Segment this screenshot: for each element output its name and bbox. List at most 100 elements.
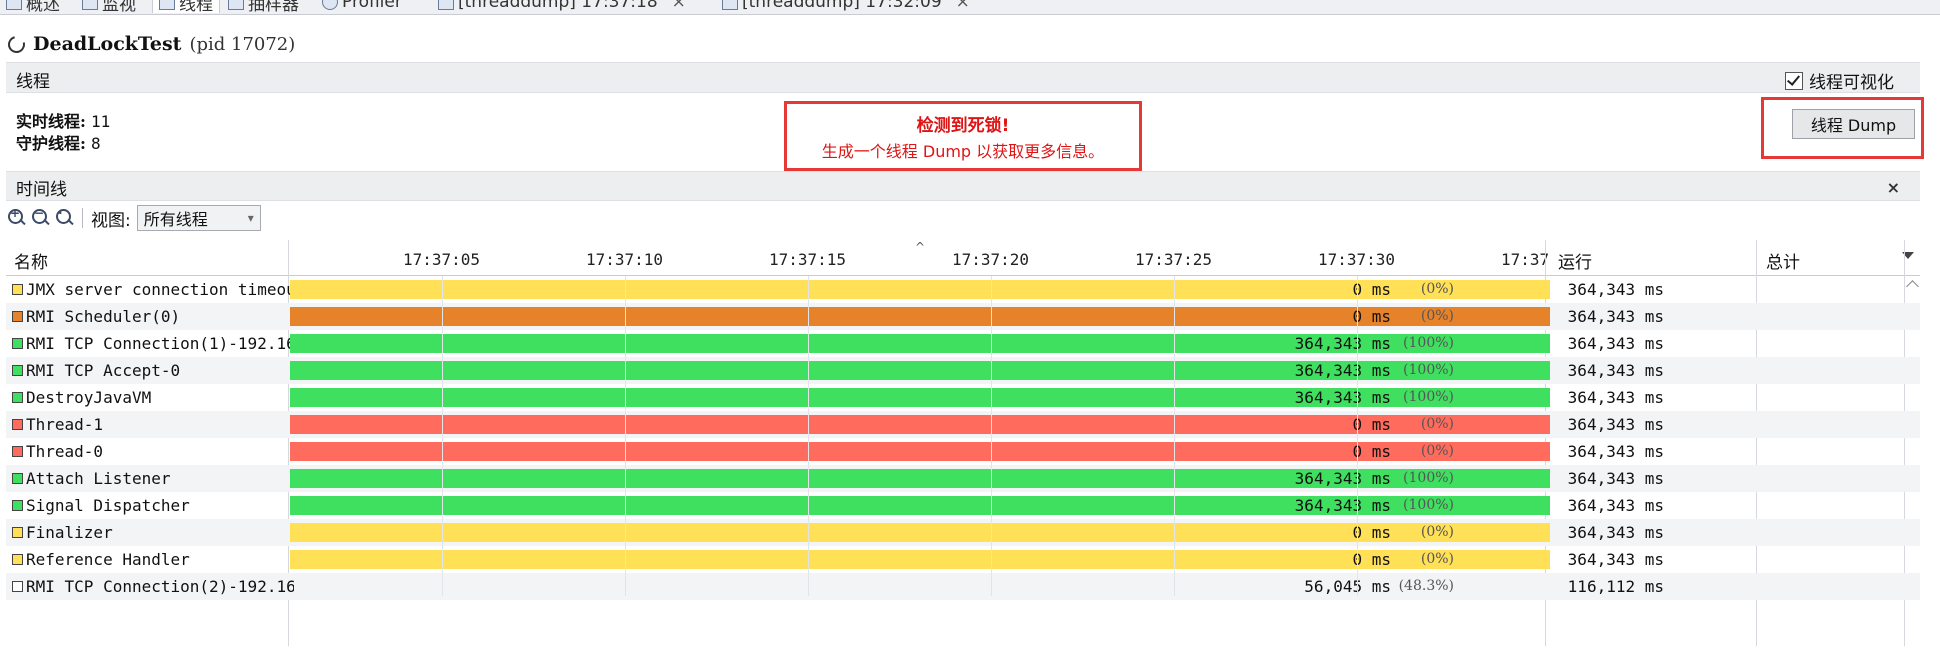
deadlock-alert-title: 检测到死锁! [916,116,1010,136]
tab-profiler[interactable]: Profiler [322,0,402,13]
running-percent: (100%) [1403,389,1454,405]
table-row[interactable]: RMI TCP Connection(1)-192.168.1.1 364,343… [6,330,1920,357]
thread-state-swatch [12,284,23,295]
thread-dump-button[interactable]: 线程 Dump [1792,109,1915,139]
total-time: 364,343 ms [1567,388,1664,407]
threaddump-icon [722,0,738,10]
threads-icon [159,0,175,10]
view-select-value: 所有线程 [143,210,208,229]
profiler-icon [322,0,338,10]
thread-state-swatch [12,311,23,322]
column-header-name[interactable]: 名称 [14,248,48,273]
table-row[interactable]: RMI TCP Connection(2)-192.168.1.1 56,045 … [6,573,1920,600]
thread-name: Finalizer [26,523,113,542]
table-row[interactable]: RMI TCP Accept-0 364,343 ms (100%) 364,343 … [6,357,1920,384]
timeline-gridline [991,276,992,596]
total-time: 364,343 ms [1567,361,1664,380]
tab-strip: 概述 监视 线程 抽样器 Profiler [threaddump] 17:37… [0,0,1940,15]
thread-visualization-toggle[interactable]: 线程可视化 [1785,68,1894,93]
live-threads-value: 11 [91,112,111,131]
running-time: 364,343 ms [1294,469,1391,488]
running-percent: (48.3%) [1398,578,1454,594]
table-row[interactable]: Thread-1 0 ms (0%) 364,343 ms [6,411,1920,438]
running-percent: (100%) [1403,335,1454,351]
close-icon[interactable]: × [672,0,686,12]
tab-sampler[interactable]: 抽样器 [228,0,299,14]
thread-state-swatch [12,527,23,538]
zoom-fit-icon[interactable]: · [56,206,74,227]
running-time: 0 ms [1352,523,1391,542]
thread-state-swatch [12,473,23,484]
tab-threads[interactable]: 线程 [152,0,220,14]
sort-caret-icon: ^ [915,240,926,254]
total-time: 364,343 ms [1567,307,1664,326]
table-row[interactable]: Signal Dispatcher 364,343 ms (100%) 364,343… [6,492,1920,519]
timeline-table-header: 名称 ^ 17:37:05 17:37:10 17:37:15 17:37:20… [6,240,1920,276]
running-percent: (0%) [1420,524,1454,540]
app-name: DeadLockTest [33,33,182,55]
thread-name: Thread-1 [26,415,104,434]
timeline-gridline [808,276,809,596]
column-header-running[interactable]: 运行 [1558,248,1592,273]
zoom-in-icon[interactable]: + [8,206,26,227]
table-row[interactable]: Finalizer 0 ms (0%) 364,343 ms [6,519,1920,546]
sampler-icon [228,0,244,10]
thread-state-swatch [12,392,23,403]
table-row[interactable]: DestroyJavaVM 364,343 ms (100%) 364,343 ms [6,384,1920,411]
timeline-tick: 17:37:20 [952,250,1030,269]
timeline-gridline [1174,276,1175,596]
table-row[interactable]: JMX server connection timeout 0 ms (0%) 364… [6,276,1920,303]
thread-state-swatch [12,338,23,349]
thread-name: JMX server connection timeout [26,280,294,299]
running-time: 0 ms [1352,550,1391,569]
total-time: 116,112 ms [1567,577,1664,596]
total-time: 364,343 ms [1567,334,1664,353]
running-percent: (100%) [1403,470,1454,486]
close-timeline-icon[interactable]: × [1887,178,1900,197]
thread-name: DestroyJavaVM [26,388,152,407]
daemon-threads-label: 守护线程: [16,134,86,153]
running-percent: (0%) [1420,281,1454,297]
total-time: 364,343 ms [1567,523,1664,542]
tab-threaddump-1[interactable]: [threaddump] 17:37:18 × [438,0,686,13]
threads-section-header: 线程 线程可视化 [6,62,1920,93]
zoom-out-icon[interactable]: − [32,206,50,227]
visualization-checkbox[interactable] [1785,71,1803,90]
running-percent: (100%) [1403,362,1454,378]
running-time: 0 ms [1352,307,1391,326]
table-row[interactable]: RMI Scheduler(0) 0 ms (0%) 364,343 ms [6,303,1920,330]
running-time: 364,343 ms [1294,361,1391,380]
tab-monitor[interactable]: 监视 [82,0,136,14]
chevron-down-icon: ▾ [247,211,254,225]
tab-threaddump-2[interactable]: [threaddump] 17:32:09 × [722,0,970,13]
timeline-gridline [1357,276,1358,596]
visualization-label: 线程可视化 [1809,73,1894,93]
total-time: 364,343 ms [1567,280,1664,299]
close-icon[interactable]: × [956,0,970,12]
column-header-total[interactable]: 总计 [1766,248,1800,273]
toolbar-separator [82,208,83,228]
monitor-icon [82,0,98,10]
timeline-gridline [625,276,626,596]
deadlock-alert-message: 生成一个线程 Dump 以获取更多信息。 [821,142,1105,161]
scroll-up-icon[interactable] [1906,280,1919,293]
tab-overview[interactable]: 概述 [6,0,60,14]
thread-name: RMI TCP Connection(1)-192.168.1.1 [26,334,294,353]
table-row[interactable]: Reference Handler 0 ms (0%) 364,343 ms [6,546,1920,573]
thread-state-swatch [12,446,23,457]
table-row[interactable]: Attach Listener 364,343 ms (100%) 364,343 m… [6,465,1920,492]
running-time: 0 ms [1352,415,1391,434]
running-percent: (100%) [1403,497,1454,513]
vertical-scrollbar[interactable] [1904,276,1920,646]
thread-name: RMI TCP Accept-0 [26,361,181,380]
thread-state-swatch [12,419,23,430]
total-time: 364,343 ms [1567,415,1664,434]
timeline-tick: 17:37:05 [403,250,481,269]
timeline-section-label: 时间线 [16,180,67,200]
table-row[interactable]: Thread-0 0 ms (0%) 364,343 ms [6,438,1920,465]
thread-state-swatch [12,365,23,376]
running-time: 0 ms [1352,280,1391,299]
loading-spinner-icon [4,32,29,56]
view-select[interactable]: 所有线程 ▾ [136,205,261,231]
total-time: 364,343 ms [1567,550,1664,569]
